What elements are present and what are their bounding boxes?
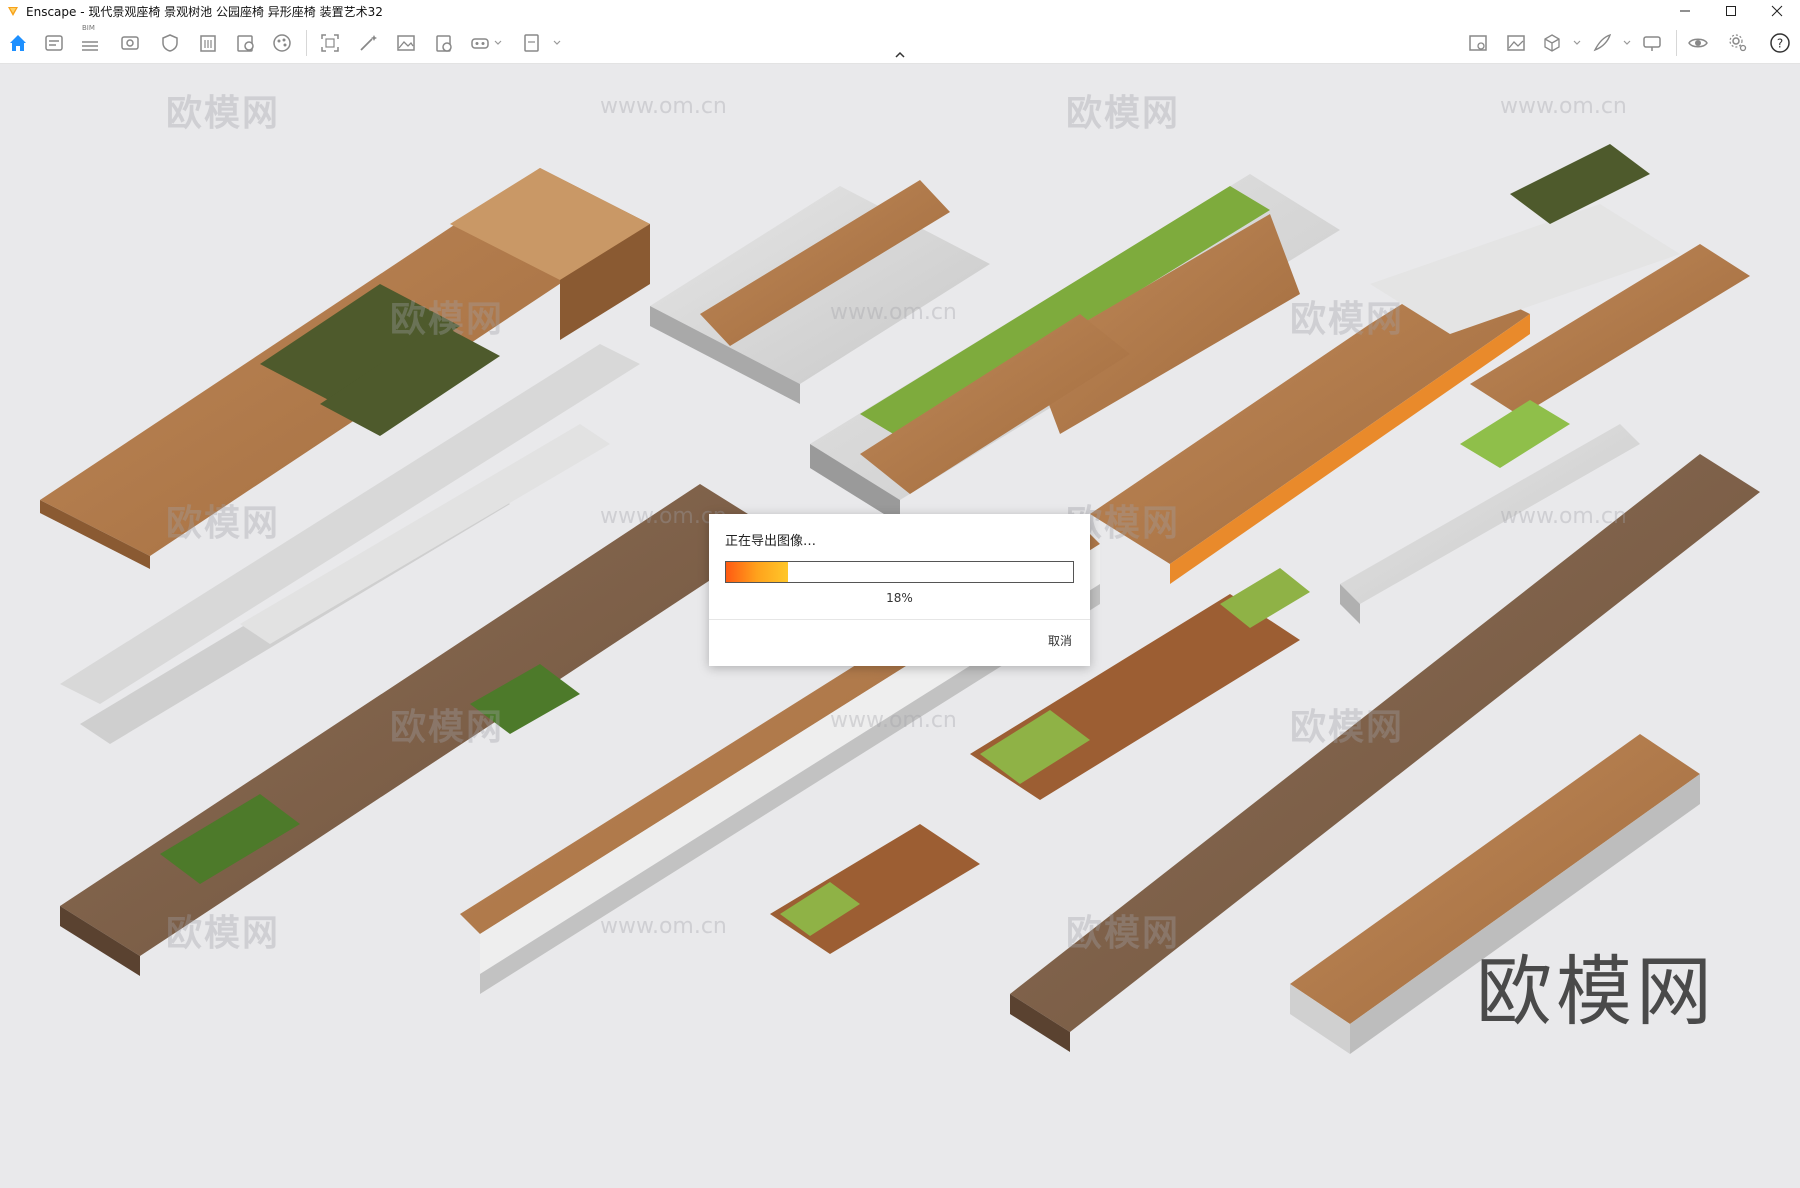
dialog-title: 正在导出图像…	[725, 534, 817, 549]
watermark-text: 欧模网	[1290, 299, 1405, 340]
vr-headset-icon	[471, 38, 489, 49]
minimize-icon	[1680, 10, 1690, 12]
vr-headset-button[interactable]	[468, 31, 492, 55]
home-icon	[10, 35, 26, 51]
minimize-button[interactable]	[1662, 0, 1708, 22]
watermark-text: 欧模网	[166, 93, 281, 134]
watermark-url: www.om.cn	[600, 504, 727, 529]
building-button[interactable]	[196, 31, 220, 55]
screenshot-icon	[321, 34, 339, 52]
gallery-icon	[1507, 35, 1525, 51]
brand-logo-text: 欧模网	[1476, 947, 1716, 1036]
watermark-url: www.om.cn	[600, 94, 727, 119]
toolbar-separator	[306, 30, 307, 56]
title-bar: Enscape - 现代景观座椅 景观树池 公园座椅 异形座椅 装置艺术32	[0, 0, 1800, 22]
render-viewport[interactable]: 欧模网 www.om.cn 欧模网 www.om.cn 欧模网 www.om.c…	[0, 64, 1800, 1188]
dialog-divider	[709, 619, 1090, 620]
progress-percentage: 18%	[886, 591, 913, 605]
feather-button[interactable]	[1590, 31, 1614, 55]
svg-text:?: ?	[1777, 37, 1783, 51]
site-context-button[interactable]	[1466, 31, 1490, 55]
bim-icon	[82, 41, 98, 51]
watermark-text: 欧模网	[1290, 707, 1405, 748]
presenter-icon	[1643, 36, 1661, 51]
watermark-url: www.om.cn	[830, 300, 957, 325]
settings-file-icon	[237, 35, 254, 52]
watermark-text: 欧模网	[1066, 913, 1181, 954]
screenshot-button[interactable]	[318, 31, 342, 55]
chevron-down-icon[interactable]	[1622, 38, 1632, 48]
gallery-button[interactable]	[1504, 31, 1528, 55]
chevron-down-icon[interactable]	[1572, 38, 1582, 48]
export-progress-dialog: 正在导出图像… 18% 取消	[709, 514, 1090, 666]
building-icon	[200, 35, 216, 52]
presenter-button[interactable]	[1640, 31, 1664, 55]
home-button[interactable]	[6, 31, 30, 55]
watermark-text: 欧模网	[390, 707, 505, 748]
site-context-icon	[1469, 35, 1487, 51]
maximize-icon	[1726, 6, 1736, 16]
toolbar-separator	[1676, 30, 1677, 56]
watermark-url: www.om.cn	[1500, 94, 1627, 119]
watermark-text: 欧模网	[166, 503, 281, 544]
video-editor-icon	[436, 35, 452, 52]
chevron-down-icon[interactable]	[493, 38, 503, 48]
cancel-button[interactable]: 取消	[1048, 632, 1072, 649]
watermark-text: 欧模网	[1066, 93, 1181, 134]
watermark-url: www.om.cn	[600, 914, 727, 939]
feather-icon	[1593, 33, 1612, 52]
asset-library-icon	[45, 35, 63, 51]
cube-view-icon	[1544, 34, 1560, 52]
enscape-window: Enscape - 现代景观座椅 景观树池 公园座椅 异形座椅 装置艺术32 B…	[0, 0, 1800, 1188]
close-button[interactable]	[1754, 0, 1800, 22]
help-button[interactable]: ?	[1768, 31, 1792, 55]
watermark-text: 欧模网	[390, 299, 505, 340]
export-button[interactable]	[520, 31, 544, 55]
magic-wand-button[interactable]	[356, 31, 380, 55]
image-render-icon	[397, 35, 415, 51]
image-render-button[interactable]	[394, 31, 418, 55]
settings-file-button[interactable]	[234, 31, 258, 55]
visual-settings-icon	[121, 36, 139, 50]
maximize-button[interactable]	[1708, 0, 1754, 22]
settings-gear-icon	[1729, 34, 1747, 52]
help-icon: ?	[1770, 33, 1790, 53]
progress-bar	[725, 561, 1074, 583]
enscape-logo-icon	[8, 7, 18, 16]
collapse-toolbar-chevron-icon[interactable]	[893, 50, 907, 60]
export-icon	[524, 34, 539, 52]
watermark-url: www.om.cn	[830, 708, 957, 733]
visual-settings-button[interactable]	[118, 31, 142, 55]
settings-button[interactable]	[1726, 31, 1750, 55]
shield-icon	[162, 34, 178, 52]
chevron-down-icon[interactable]	[552, 38, 562, 48]
cube-view-button[interactable]	[1540, 31, 1564, 55]
magic-wand-icon	[360, 35, 377, 51]
shield-button[interactable]	[158, 31, 182, 55]
watermark-url: www.om.cn	[1500, 504, 1627, 529]
watermark-text: 欧模网	[166, 913, 281, 954]
visibility-button[interactable]	[1686, 31, 1710, 55]
progress-fill	[726, 562, 789, 582]
asset-library-button[interactable]	[42, 31, 66, 55]
material-editor-icon	[273, 34, 291, 52]
video-editor-button[interactable]	[432, 31, 456, 55]
close-icon	[1771, 5, 1783, 17]
material-editor-button[interactable]	[270, 31, 294, 55]
window-title: Enscape - 现代景观座椅 景观树池 公园座椅 异形座椅 装置艺术32	[26, 4, 383, 19]
bim-button[interactable]	[78, 31, 102, 55]
visibility-eye-icon	[1688, 38, 1708, 48]
small-slatted-bench	[770, 824, 980, 954]
